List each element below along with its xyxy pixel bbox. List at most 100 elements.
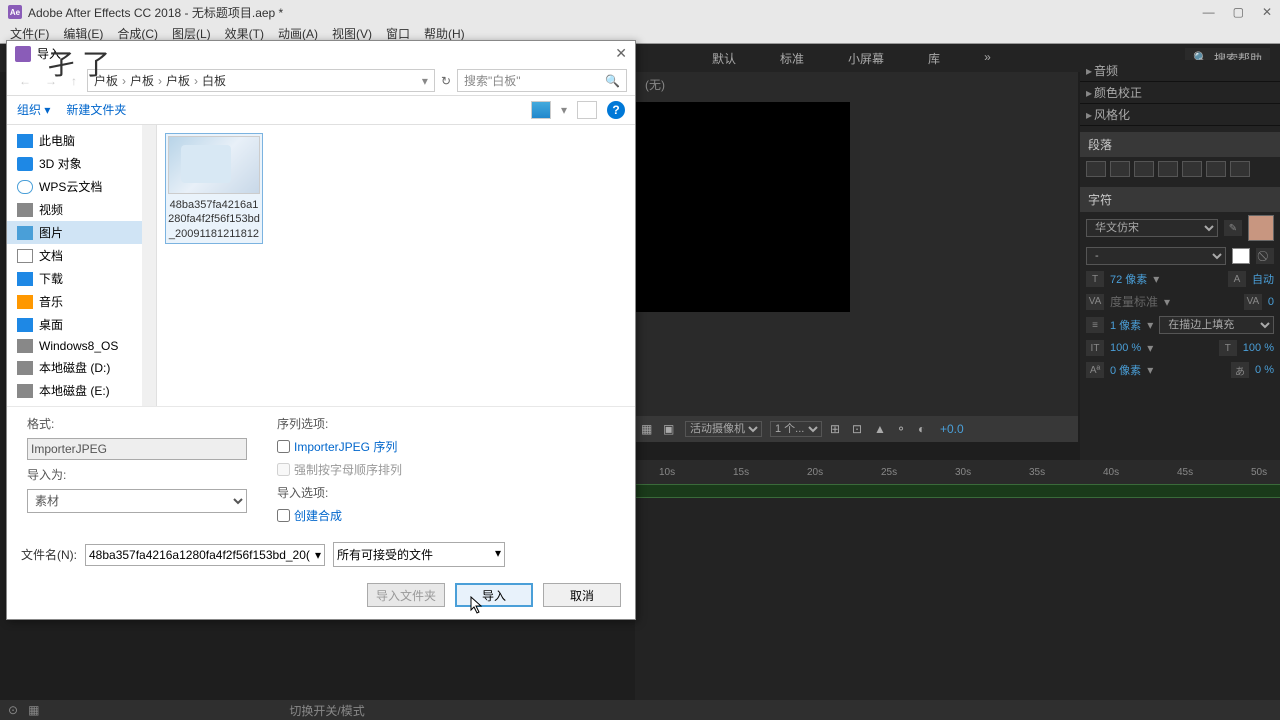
refresh-icon[interactable]: ↻ [441, 74, 451, 88]
dialog-title: 导入 [37, 45, 61, 62]
new-folder-button[interactable]: 新建文件夹 [66, 101, 126, 118]
sidebar-item-music[interactable]: 音乐 [7, 290, 156, 313]
cancel-button[interactable]: 取消 [543, 583, 621, 607]
font-family-select[interactable]: 华文仿宋 [1086, 219, 1218, 237]
workspace-more-icon[interactable]: » [972, 46, 1003, 71]
sidebar-scrollbar[interactable] [142, 125, 156, 406]
view-icon-3[interactable]: ▲ [874, 422, 888, 436]
minimize-button[interactable]: — [1203, 5, 1215, 19]
camera-select[interactable]: 活动摄像机 [685, 421, 762, 437]
justify-right-icon[interactable] [1206, 161, 1226, 177]
work-area-bar[interactable] [635, 484, 1280, 498]
fill-color-swatch[interactable] [1248, 215, 1274, 241]
organize-button[interactable]: 组织 ▾ [17, 101, 50, 118]
time-ruler[interactable]: 10s 15s 20s 25s 30s 35s 40s 45s 50s [635, 460, 1280, 484]
sidebar-item-pictures[interactable]: 图片 [7, 221, 156, 244]
nav-back-icon[interactable]: ← [15, 74, 35, 88]
status-icon-2[interactable]: ▦ [28, 703, 39, 717]
nav-forward-icon[interactable]: → [41, 74, 61, 88]
character-panel-header[interactable]: 字符 [1080, 187, 1280, 212]
tracking-value[interactable]: 0 [1268, 296, 1274, 308]
justify-center-icon[interactable] [1182, 161, 1202, 177]
status-icon-1[interactable]: ⊙ [8, 703, 18, 717]
workspace-library[interactable]: 库 [916, 46, 952, 71]
align-right-icon[interactable] [1134, 161, 1154, 177]
chevron-down-icon[interactable]: ▾ [315, 548, 321, 562]
baseline-value[interactable]: 0 像素 [1110, 362, 1141, 378]
exposure-icon[interactable]: ◐ [918, 422, 932, 436]
dialog-search-input[interactable]: 搜索"白板" 🔍 [457, 69, 627, 92]
vscale-value[interactable]: 100 % [1110, 342, 1141, 354]
statusbar: ⊙ ▦ 切换开关/模式 [0, 700, 1280, 720]
font-size-value[interactable]: 72 像素 [1110, 271, 1147, 287]
leading-value[interactable]: 自动 [1252, 271, 1274, 287]
composition-panel: (无) ▦ ▣ 活动摄像机 1 个... ⊞ ⊡ ▲ ⚬ ◐ +0.0 [635, 72, 1078, 442]
file-filter-select[interactable]: 所有可接受的文件▾ [333, 542, 505, 567]
sidebar-item-videos[interactable]: 视频 [7, 198, 156, 221]
format-label: 格式: [27, 415, 247, 432]
views-select[interactable]: 1 个... [770, 421, 822, 437]
workspace-default[interactable]: 默认 [700, 46, 748, 71]
kerning-value[interactable]: 度量标准 [1110, 293, 1158, 310]
exposure-value[interactable]: +0.0 [940, 422, 964, 436]
sidebar-item-3d[interactable]: 3D 对象 [7, 152, 156, 175]
maximize-button[interactable]: ▢ [1233, 5, 1244, 19]
no-stroke-icon[interactable]: ⃠ [1256, 248, 1274, 264]
align-center-icon[interactable] [1110, 161, 1130, 177]
tsume-value[interactable]: 0 % [1255, 364, 1274, 376]
status-mode[interactable]: 切换开关/模式 [289, 702, 364, 719]
dialog-close-button[interactable]: ✕ [615, 45, 627, 62]
view-icon-2[interactable]: ⊡ [852, 422, 866, 436]
filename-input[interactable]: 48ba357fa4216a1280fa4f2f56f153bd_20(▾ [85, 544, 325, 566]
comp-preview[interactable] [635, 102, 850, 312]
hscale-icon: T [1219, 340, 1237, 356]
workspace-standard[interactable]: 标准 [768, 46, 816, 71]
sidebar-item-drive-d[interactable]: 本地磁盘 (D:) [7, 356, 156, 379]
breadcrumb[interactable]: 户板› 户板› 户板› 白板 ▾ [87, 69, 435, 92]
nav-up-icon[interactable]: ↑ [67, 74, 81, 88]
import-as-select[interactable]: 素材 [27, 489, 247, 513]
stroke-type-select[interactable]: 在描边上填充 [1159, 316, 1274, 334]
sidebar-item-downloads[interactable]: 下载 [7, 267, 156, 290]
dialog-titlebar[interactable]: 导入 ✕ [7, 41, 635, 67]
view-mode-icon[interactable] [531, 101, 551, 119]
sidebar-item-drive-e[interactable]: 本地磁盘 (E:) [7, 379, 156, 402]
preview-pane-icon[interactable] [577, 101, 597, 119]
fx-stylize[interactable]: ▸风格化 [1080, 104, 1280, 126]
hscale-value[interactable]: 100 % [1243, 342, 1274, 354]
workspace-small[interactable]: 小屏幕 [836, 46, 896, 71]
import-options-label: 导入选项: [277, 484, 402, 501]
stroke-swatch-icon[interactable] [1232, 248, 1250, 264]
fx-color[interactable]: ▸颜色校正 [1080, 82, 1280, 104]
view-icon-1[interactable]: ⊞ [830, 422, 844, 436]
jpeg-sequence-checkbox[interactable]: ImporterJPEG 序列 [277, 438, 402, 455]
grid-icon[interactable]: ▦ [641, 422, 655, 436]
sidebar-item-desktop[interactable]: 桌面 [7, 313, 156, 336]
file-list[interactable]: 48ba357fa4216a1280fa4f2f56f153bd_2009118… [157, 125, 635, 406]
font-style-select[interactable]: - [1086, 247, 1226, 265]
sidebar-item-documents[interactable]: 文档 [7, 244, 156, 267]
align-left-icon[interactable] [1086, 161, 1106, 177]
sidebar-item-this-pc[interactable]: 此电脑 [7, 129, 156, 152]
eyedropper-icon[interactable]: ✎ [1224, 220, 1242, 236]
chevron-down-icon[interactable]: ▾ [495, 546, 501, 563]
view-icon-4[interactable]: ⚬ [896, 422, 910, 436]
close-button[interactable]: ✕ [1262, 5, 1272, 19]
mask-icon[interactable]: ▣ [663, 422, 677, 436]
sidebar-item-windows8[interactable]: Windows8_OS [7, 336, 156, 356]
import-button[interactable]: 导入 [455, 583, 533, 607]
paragraph-panel-header[interactable]: 段落 [1080, 132, 1280, 157]
time-tick: 45s [1177, 467, 1193, 478]
import-options: 格式: ImporterJPEG 导入为: 素材 序列选项: ImporterJ… [7, 406, 635, 532]
justify-left-icon[interactable] [1158, 161, 1178, 177]
time-tick: 40s [1103, 467, 1119, 478]
help-icon[interactable]: ? [607, 101, 625, 119]
justify-all-icon[interactable] [1230, 161, 1250, 177]
fx-audio[interactable]: ▸音频 [1080, 60, 1280, 82]
import-folder-button[interactable]: 导入文件夹 [367, 583, 445, 607]
sidebar-item-wps[interactable]: WPS云文档 [7, 175, 156, 198]
file-item[interactable]: 48ba357fa4216a1280fa4f2f56f153bd_2009118… [165, 133, 263, 244]
stroke-width-value[interactable]: 1 像素 [1110, 317, 1141, 333]
chevron-down-icon[interactable]: ▾ [422, 74, 428, 88]
create-comp-checkbox[interactable]: 创建合成 [277, 507, 402, 524]
